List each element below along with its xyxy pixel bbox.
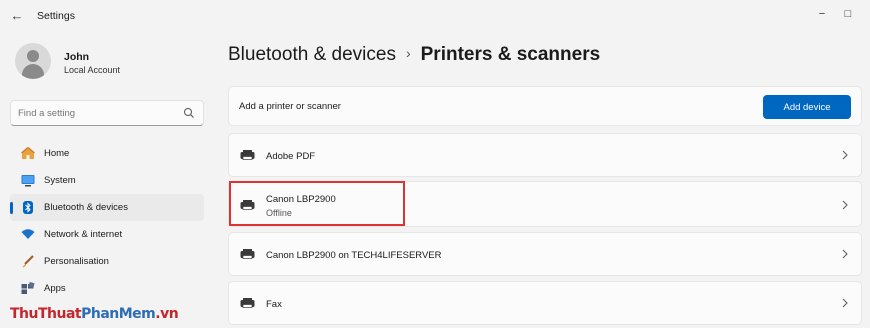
sidebar-item-apps[interactable]: Apps [10,275,204,302]
printer-icon [240,200,255,210]
printer-name: Adobe PDF [266,151,316,162]
printer-row-canon-lbp2900-server[interactable]: Canon LBP2900 on TECH4LIFESERVER [228,232,862,276]
brush-icon [22,255,34,268]
breadcrumb-separator: › [405,45,411,61]
home-icon [21,147,35,159]
printer-row-fax[interactable]: Fax [228,281,862,325]
printer-name: Fax [266,299,282,310]
sidebar-item-system[interactable]: System [10,167,204,194]
avatar [15,43,51,79]
breadcrumb: Bluetooth & devices › Printers & scanners [228,44,600,66]
printer-icon [240,298,255,308]
add-device-button[interactable]: Add device [763,95,851,119]
sidebar-item-label: Bluetooth & devices [44,202,128,213]
printer-row-canon-lbp2900[interactable]: Canon LBP2900 Offline [228,181,862,227]
sidebar-item-label: Network & internet [44,229,123,240]
sidebar-item-bluetooth-devices[interactable]: Bluetooth & devices [10,194,204,221]
add-printer-card: Add a printer or scanner Add device [228,86,862,126]
breadcrumb-parent[interactable]: Bluetooth & devices [228,44,396,65]
system-icon [21,175,35,187]
printer-name: Canon LBP2900 [266,194,336,205]
sidebar-nav: Home System Bluetooth & devices Network … [10,140,204,302]
chevron-right-icon [842,200,848,210]
app-title: Settings [37,10,75,22]
sidebar-item-label: Apps [44,283,66,294]
back-button[interactable]: ← [10,9,24,23]
search-input[interactable] [18,105,178,122]
user-name: John [64,51,90,63]
sidebar-item-label: Personalisation [44,256,109,267]
sidebar-item-personalisation[interactable]: Personalisation [10,248,204,275]
printer-name: Canon LBP2900 on TECH4LIFESERVER [266,250,442,261]
apps-icon [21,282,35,294]
chevron-right-icon [842,150,848,160]
account-type: Local Account [64,65,121,75]
sidebar-item-network[interactable]: Network & internet [10,221,204,248]
page-title: Printers & scanners [420,44,601,65]
sidebar-item-home[interactable]: Home [10,140,204,167]
printer-row-adobe-pdf[interactable]: Adobe PDF [228,133,862,177]
printer-icon [240,249,255,259]
sidebar-item-label: Home [44,148,70,159]
close-button[interactable]: › [862,6,870,22]
wifi-icon [21,229,35,239]
user-profile[interactable]: John Local Account [15,43,195,83]
add-printer-label: Add a printer or scanner [239,101,341,112]
active-indicator [10,202,13,214]
printer-status: Offline [266,208,292,218]
title-bar: ← Settings − □ › [0,0,870,32]
chevron-right-icon [842,249,848,259]
bluetooth-icon [23,201,33,214]
sidebar-item-label: System [44,175,76,186]
search-box[interactable] [10,100,204,126]
watermark: ThuThuatPhanMem.vn [10,306,179,322]
minimize-button[interactable]: − [812,6,832,22]
maximize-button[interactable]: □ [838,6,858,22]
chevron-right-icon [842,298,848,308]
printer-icon [240,150,255,160]
search-icon[interactable] [183,107,195,119]
